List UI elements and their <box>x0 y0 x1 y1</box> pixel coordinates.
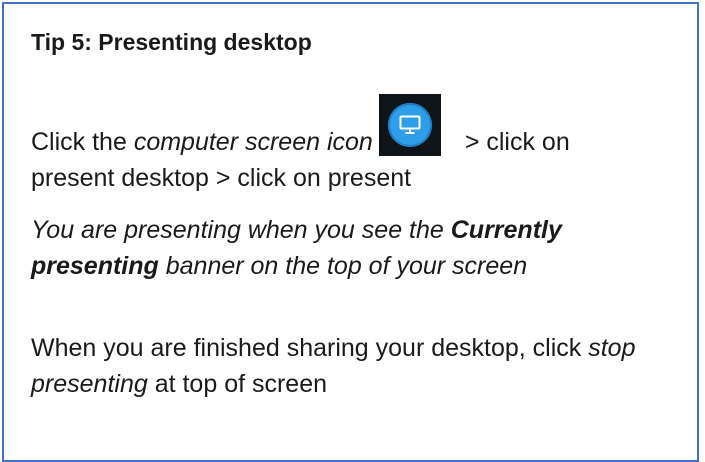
finish-text-part2: at top of screen <box>147 370 328 398</box>
step-text-intro: Click the <box>31 128 134 156</box>
finish-text-part1: When you are finished sharing your deskt… <box>31 334 589 362</box>
monitor-icon <box>399 115 421 134</box>
step-instructions: Click the computer screen icon > click on… <box>31 94 671 196</box>
step-text-click-on: > click on <box>464 128 570 156</box>
computer-screen-icon-circle <box>387 103 432 147</box>
finish-instructions: When you are finished sharing your deskt… <box>31 330 671 402</box>
step-text-line2: present desktop > click on present <box>31 164 412 192</box>
note-text-part1: You are presenting when you see the <box>31 216 451 244</box>
computer-screen-icon[interactable] <box>378 94 441 156</box>
presenting-note: You are presenting when you see the Curr… <box>31 212 671 284</box>
note-text-part2: banner on the top of your screen <box>158 252 528 280</box>
tip-box: Tip 5: Presenting desktop Click the comp… <box>2 2 699 462</box>
icon-reference-text: computer screen icon <box>133 128 373 156</box>
tip-title: Tip 5: Presenting desktop <box>31 29 312 55</box>
